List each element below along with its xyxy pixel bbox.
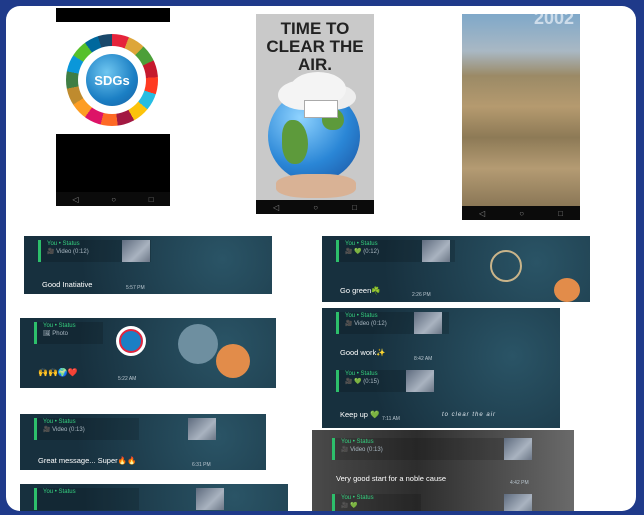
android-nav-bar: ◁ ○ □ [256, 200, 374, 214]
sdg-logo: SDGs [66, 34, 158, 126]
status-reply-card[interactable]: You • Status 🖼 Photo 🙌🙌🌍❤️ 5:22 AM [20, 318, 276, 388]
poster-note-card [304, 100, 338, 118]
recent-apps-icon: □ [558, 208, 563, 218]
home-icon: ○ [519, 208, 525, 218]
status-thumbnail[interactable] [406, 370, 434, 392]
reply-message: Great message... Super🔥🔥 [38, 456, 137, 465]
android-nav-bar: ◁ ○ □ [56, 192, 170, 206]
hands-image [276, 174, 356, 198]
back-icon: ◁ [479, 208, 486, 218]
message-time: 2:26 PM [412, 292, 431, 298]
status-sender: You • Status [43, 419, 76, 425]
content-frame: SDGs ◁ ○ □ TIME TO CLEAR THE AIR. ◁ ○ □ … [6, 6, 636, 511]
status-thumbnail[interactable] [414, 312, 442, 334]
clear-the-air-poster: TIME TO CLEAR THE AIR. ◁ ○ □ [256, 14, 374, 214]
poster-title: TIME TO CLEAR THE AIR. [266, 19, 364, 74]
status-reply-card[interactable]: You • Status [20, 484, 288, 511]
status-media-label: 🎥 💚 [341, 503, 358, 509]
handwritten-caption: to clear the air [442, 412, 497, 418]
cartoon-figure-image [490, 250, 522, 282]
status-sender: You • Status [341, 495, 374, 501]
status-reply-card[interactable]: You • Status 🎥 Video (0:13) Very good st… [312, 430, 574, 511]
sdg-thumbnail-icon[interactable] [116, 326, 146, 356]
status-media-label: 🖼 Photo [43, 331, 68, 337]
message-time: 8:42 AM [414, 356, 433, 362]
reply-message: Good work✨ [340, 348, 386, 357]
cartoon-fruit-image [554, 278, 580, 302]
aerial-year-label: 2002 [533, 14, 574, 28]
status-reply-card[interactable]: You • Status 🎥 Video (0:12) Good work✨ 8… [322, 308, 560, 428]
status-thumbnail[interactable] [504, 494, 532, 511]
recent-apps-icon: □ [148, 194, 154, 204]
aerial-landscape-photo: 2002 ◁ ○ □ [462, 14, 580, 220]
status-sender: You • Status [341, 439, 374, 445]
quoted-status[interactable]: You • Status 🎥 Video (0:13) [34, 418, 139, 440]
reply-message: Good Inatiative [42, 280, 93, 289]
status-thumbnail[interactable] [196, 488, 224, 510]
status-reply-card[interactable]: You • Status 🎥 Video (0:12) Good Inatiat… [24, 236, 272, 294]
sdg-logo-label: SDGs [86, 54, 138, 106]
status-thumbnail[interactable] [504, 438, 532, 460]
phone-screenshot-sdg-bottom: ◁ ○ □ [56, 134, 170, 206]
status-sender: You • Status [43, 323, 76, 329]
reply-message: Go green☘️ [340, 286, 381, 295]
quoted-status[interactable]: You • Status 🎥 💚 [332, 494, 421, 511]
status-sender: You • Status [43, 489, 76, 495]
status-thumbnail[interactable] [122, 240, 150, 262]
home-icon: ○ [111, 194, 117, 204]
quoted-status[interactable]: You • Status 🖼 Photo [34, 322, 103, 344]
status-media-label: 🎥 Video (0:13) [341, 447, 383, 453]
status-thumbnail[interactable] [422, 240, 450, 262]
back-icon: ◁ [273, 202, 280, 212]
cartoon-figure-image [178, 324, 218, 364]
status-media-label: 🎥 Video (0:13) [43, 427, 85, 433]
message-time: 5:57 PM [126, 285, 145, 291]
phone-screenshot-sdg-top-bar [56, 8, 170, 22]
android-nav-bar: ◁ ○ □ [462, 206, 580, 220]
status-reply-card[interactable]: You • Status 🎥 Video (0:13) Great messag… [20, 414, 266, 470]
status-reply-card[interactable]: You • Status 🎥 💚 (0:12) Go green☘️ 2:26 … [322, 236, 590, 302]
quoted-status[interactable]: You • Status 🎥 Video (0:13) [332, 438, 511, 460]
cartoon-fruit-image [216, 344, 250, 378]
reply-message: Very good start for a noble cause [336, 474, 447, 483]
message-time: 7:11 AM [382, 416, 400, 422]
reply-message: Keep up 💚 [340, 410, 380, 419]
reply-message: 🙌🙌🌍❤️ [38, 368, 78, 377]
back-icon: ◁ [72, 194, 79, 204]
status-thumbnail[interactable] [188, 418, 216, 440]
message-time: 6:31 PM [192, 462, 211, 468]
quoted-status[interactable]: You • Status [34, 488, 139, 510]
home-icon: ○ [313, 202, 319, 212]
message-time: 5:22 AM [118, 376, 137, 382]
recent-apps-icon: □ [352, 202, 357, 212]
message-time: 4:42 PM [510, 480, 529, 486]
